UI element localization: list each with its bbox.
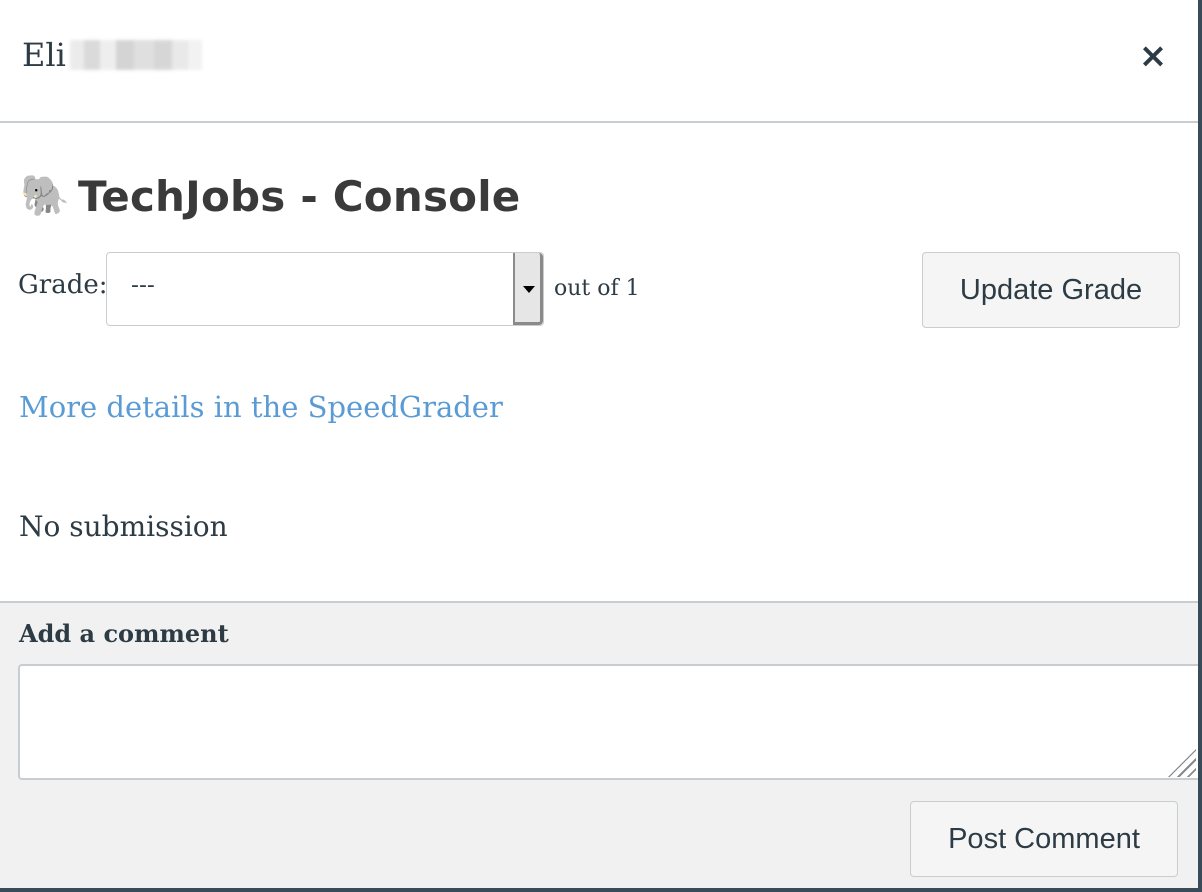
dropdown-arrow-icon[interactable] bbox=[513, 253, 543, 325]
close-icon[interactable]: × bbox=[1139, 36, 1168, 76]
points-possible: out of 1 bbox=[554, 276, 640, 301]
assignment-title-row: 🐘 TechJobs - Console bbox=[20, 170, 521, 222]
comment-input[interactable] bbox=[18, 664, 1198, 780]
post-comment-button[interactable]: Post Comment bbox=[910, 801, 1178, 877]
elephant-icon: 🐘 bbox=[20, 173, 70, 219]
student-first-name: Eli bbox=[22, 36, 66, 74]
speedgrader-link[interactable]: More details in the SpeedGrader bbox=[19, 390, 503, 424]
grade-dialog: Eli × 🐘 TechJobs - Console Grade: --- ou… bbox=[0, 0, 1202, 892]
student-name: Eli bbox=[22, 36, 202, 74]
grade-row: Grade: --- out of 1 Update Grade bbox=[18, 252, 1180, 328]
close-button[interactable]: × bbox=[1136, 36, 1170, 76]
grade-select[interactable]: --- bbox=[106, 252, 544, 326]
redacted-name-blur bbox=[69, 40, 202, 70]
submission-status: No submission bbox=[19, 510, 228, 543]
assignment-title: TechJobs - Console bbox=[78, 171, 521, 221]
grade-selected-value[interactable]: --- bbox=[131, 273, 155, 298]
grade-label: Grade: bbox=[18, 270, 108, 300]
update-grade-button[interactable]: Update Grade bbox=[922, 252, 1180, 328]
comment-label: Add a comment bbox=[19, 619, 229, 648]
comment-section: Add a comment Post Comment bbox=[0, 601, 1198, 888]
dialog-header: Eli × bbox=[0, 0, 1198, 123]
